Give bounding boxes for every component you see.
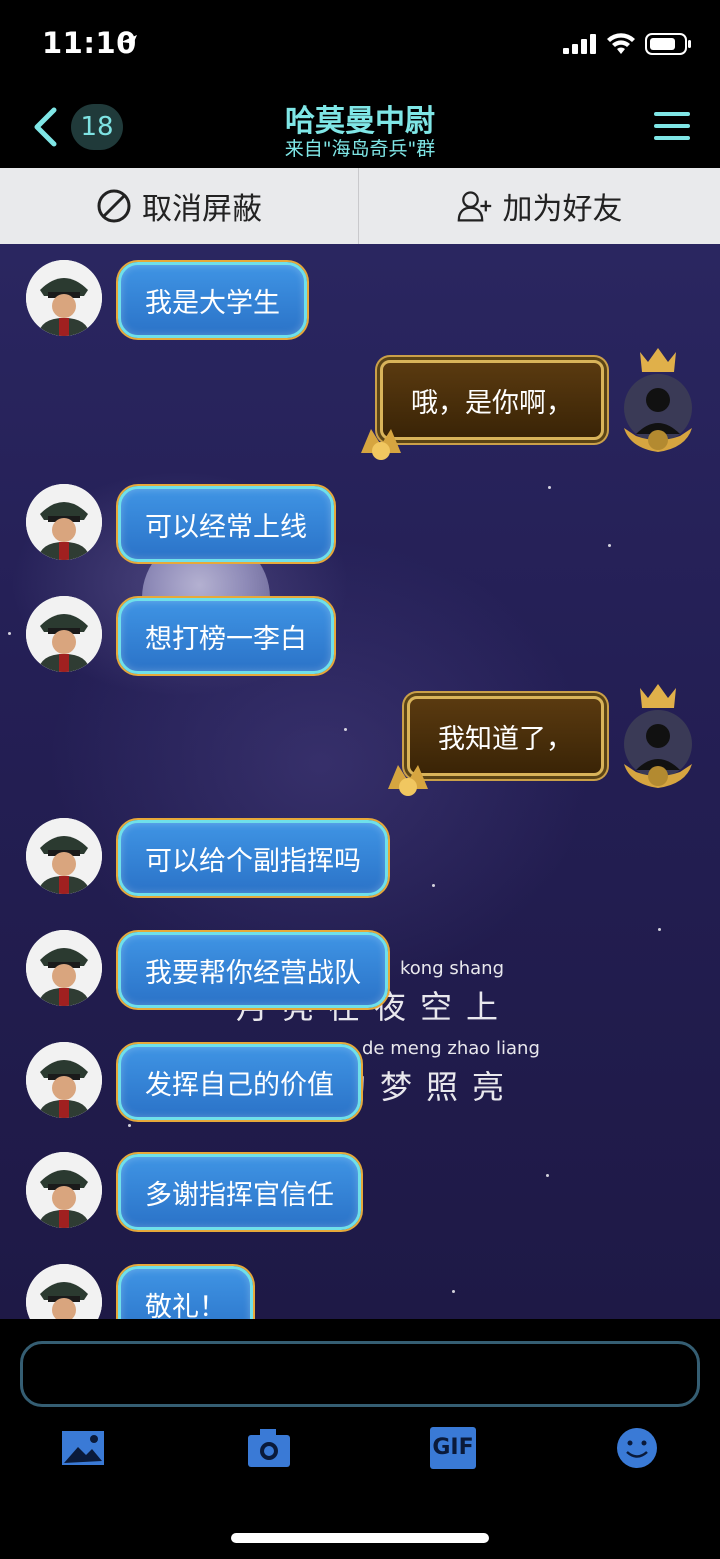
add-user-icon xyxy=(457,191,491,222)
rank-badge-icon xyxy=(388,765,428,796)
avatar[interactable] xyxy=(26,484,102,560)
cellular-signal-icon xyxy=(563,34,596,54)
crowned-avatar-icon xyxy=(624,684,692,788)
image-picker-icon[interactable] xyxy=(60,1427,106,1469)
home-indicator xyxy=(231,1533,489,1543)
message-bubble[interactable]: 发挥自己的价值 xyxy=(118,1044,361,1120)
chat-subtitle: 来自"海岛奇兵"群 xyxy=(284,138,436,160)
message-bubble[interactable]: 我要帮你经营战队 xyxy=(118,932,388,1008)
message-row: 想打榜一李白 xyxy=(26,596,334,674)
soldier-avatar-icon xyxy=(26,1264,102,1319)
soldier-avatar-icon xyxy=(26,930,102,1006)
add-friend-label: 加为好友 xyxy=(502,192,623,227)
crowned-avatar-icon xyxy=(624,348,692,452)
message-text: 哦，是你啊， xyxy=(411,387,573,419)
message-bubble[interactable]: 哦，是你啊， xyxy=(361,360,604,460)
message-row: 可以给个副指挥吗 xyxy=(26,818,388,896)
lyric-pinyin: de meng zhao liang xyxy=(362,1038,540,1059)
message-bubble[interactable]: 可以给个副指挥吗 xyxy=(118,820,388,896)
avatar[interactable] xyxy=(618,680,698,790)
message-bubble[interactable]: 想打榜一李白 xyxy=(118,598,334,674)
unblock-button[interactable]: 取消屏蔽 xyxy=(0,168,359,244)
message-row: 我要帮你经营战队 xyxy=(26,930,388,1008)
rank-badge-icon xyxy=(361,429,401,460)
message-bubble[interactable]: 我是大学生 xyxy=(118,262,307,338)
star-decoration xyxy=(432,884,435,887)
chat-area[interactable]: kong shang 月亮在夜空上 de meng zhao liang 的梦照… xyxy=(0,244,720,1319)
soldier-avatar-icon xyxy=(26,484,102,560)
message-bubble[interactable]: 我知道了， xyxy=(388,696,604,796)
avatar[interactable] xyxy=(26,596,102,672)
star-decoration xyxy=(128,1124,131,1127)
message-row: 发挥自己的价值 xyxy=(26,1042,361,1120)
star-decoration xyxy=(546,1174,549,1177)
star-decoration xyxy=(8,632,11,635)
message-bubble[interactable]: 敬礼！ xyxy=(118,1266,253,1319)
gif-button[interactable]: GIF xyxy=(430,1427,476,1469)
avatar[interactable] xyxy=(26,260,102,336)
unread-count-badge[interactable]: 18 xyxy=(71,104,123,150)
location-arrow-icon xyxy=(121,35,137,51)
message-row: 我是大学生 xyxy=(26,260,307,338)
star-decoration xyxy=(548,486,551,489)
emoji-icon[interactable] xyxy=(614,1427,660,1469)
unblock-label: 取消屏蔽 xyxy=(142,192,262,227)
message-row: 多谢指挥官信任 xyxy=(26,1152,361,1230)
soldier-avatar-icon xyxy=(26,260,102,336)
message-input[interactable] xyxy=(20,1341,700,1407)
status-bar: 11:10 xyxy=(0,0,720,88)
star-decoration xyxy=(608,544,611,547)
avatar[interactable] xyxy=(26,818,102,894)
avatar[interactable] xyxy=(618,344,698,454)
star-decoration xyxy=(658,928,661,931)
menu-icon[interactable] xyxy=(654,110,690,142)
block-icon xyxy=(97,189,131,223)
soldier-avatar-icon xyxy=(26,1042,102,1118)
battery-icon xyxy=(645,33,691,55)
back-chevron-icon[interactable] xyxy=(30,106,60,148)
star-decoration xyxy=(344,728,347,731)
action-bar: 取消屏蔽 加为好友 xyxy=(0,168,720,244)
lyric-line: 的梦照亮 xyxy=(334,1068,519,1106)
avatar[interactable] xyxy=(26,1264,102,1319)
message-row: 我知道了， xyxy=(388,680,698,796)
input-area: GIF xyxy=(0,1319,720,1559)
avatar[interactable] xyxy=(26,1042,102,1118)
avatar[interactable] xyxy=(26,930,102,1006)
message-row: 敬礼！ xyxy=(26,1264,253,1319)
soldier-avatar-icon xyxy=(26,1152,102,1228)
soldier-avatar-icon xyxy=(26,596,102,672)
lyric-pinyin: kong shang xyxy=(400,958,505,979)
message-bubble[interactable]: 多谢指挥官信任 xyxy=(118,1154,361,1230)
soldier-avatar-icon xyxy=(26,818,102,894)
add-friend-button[interactable]: 加为好友 xyxy=(360,168,719,244)
star-decoration xyxy=(452,1290,455,1293)
message-text: 我知道了， xyxy=(438,723,573,755)
message-bubble[interactable]: 可以经常上线 xyxy=(118,486,334,562)
message-row: 可以经常上线 xyxy=(26,484,334,562)
message-row: 哦，是你啊， xyxy=(361,344,698,460)
wifi-icon xyxy=(607,33,635,54)
avatar[interactable] xyxy=(26,1152,102,1228)
nav-bar: 18 哈莫曼中尉 来自"海岛奇兵"群 xyxy=(0,88,720,168)
camera-icon[interactable] xyxy=(246,1427,292,1469)
